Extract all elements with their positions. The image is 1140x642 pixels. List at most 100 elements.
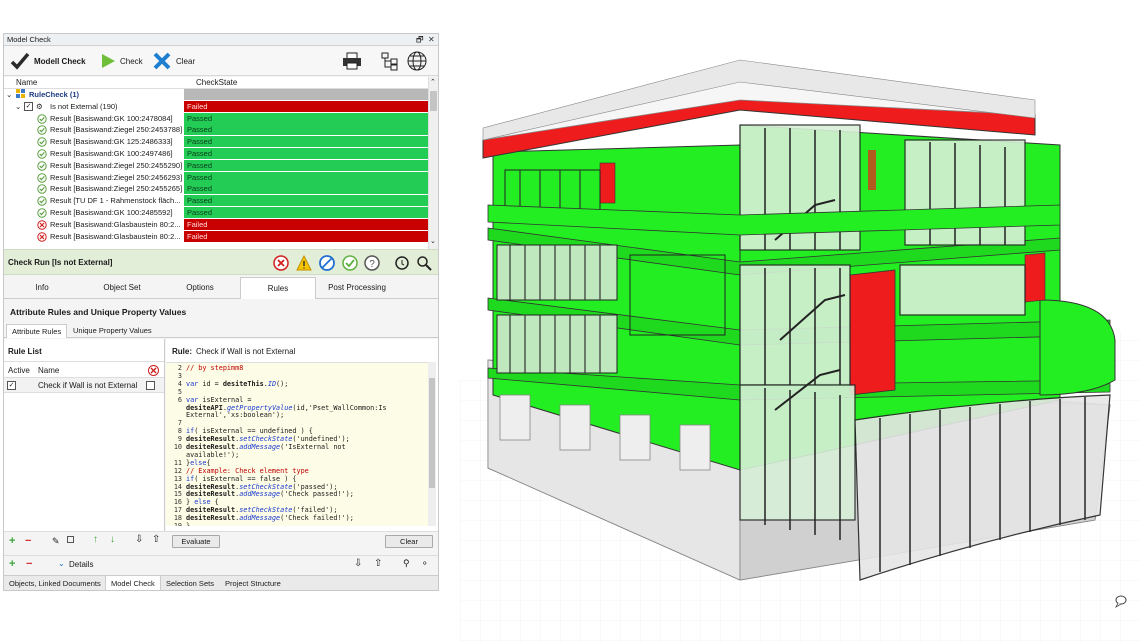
result-name: Result [Basiswand:GK 125:2486333] — [50, 137, 173, 147]
clear-code-button[interactable]: Clear — [385, 535, 433, 548]
evaluate-button[interactable]: Evaluate — [172, 535, 220, 548]
result-state: Passed — [184, 171, 428, 183]
tree-view-icon[interactable]: ⚲ — [403, 558, 410, 569]
result-name: Result [TU DF 1 - Rahmenstock fläch... — [50, 196, 181, 206]
scroll-up-icon[interactable]: ⌃ — [430, 78, 436, 86]
tree-root-label: RuleCheck (1) — [29, 90, 80, 99]
close-icon[interactable]: ✕ — [428, 34, 435, 46]
options-icon[interactable]: ⚬ — [421, 558, 429, 569]
subtab-unique-property-values[interactable]: Unique Property Values — [68, 324, 157, 338]
toolbar: Modell Check Check Clear — [4, 46, 438, 76]
table-row[interactable]: Result [Basiswand:Glasbaustein 80:2... Fa… — [4, 230, 428, 243]
check-button[interactable]: Check — [100, 51, 143, 71]
column-active[interactable]: Active — [8, 366, 30, 375]
code-editor[interactable]: 2// by stepimm8 3 4 var id = desiteThis.ID(… — [166, 362, 436, 526]
table-row[interactable]: Result [Basiswand:Ziegel 250:2455265] Pas… — [4, 183, 428, 195]
scroll-down-icon[interactable]: ⌄ — [430, 237, 436, 245]
tab-info[interactable]: Info — [4, 277, 80, 299]
group-checkbox[interactable]: ✓ — [24, 101, 33, 111]
check-run-bar: Check Run [Is not External] ? — [4, 249, 438, 275]
tab-objects-linked-documents[interactable]: Objects, Linked Documents — [4, 576, 106, 590]
result-state: Failed — [184, 230, 428, 242]
chevron-down-icon[interactable]: ⌄ — [15, 101, 21, 113]
rule-item[interactable]: ✓ Check if Wall is not External — [4, 377, 164, 393]
subtab-attribute-rules[interactable]: Attribute Rules — [6, 324, 68, 338]
column-checkstate[interactable]: CheckState — [196, 77, 237, 89]
globe-button[interactable] — [406, 51, 428, 71]
rule-active-checkbox[interactable]: ✓ — [7, 381, 16, 390]
table-row[interactable]: Result [Basiswand:GK 100:2478084] Passed — [4, 112, 428, 125]
chevron-down-icon[interactable]: ⌄ — [58, 559, 65, 568]
3d-viewport[interactable] — [440, 0, 1140, 642]
chevron-down-icon[interactable]: ⌄ — [6, 89, 12, 101]
result-state: Passed — [184, 112, 428, 124]
table-row[interactable]: Result [Basiswand:Glasbaustein 80:2... Fa… — [4, 218, 428, 231]
remove-icon[interactable]: − — [26, 558, 32, 570]
refresh-icon[interactable] — [394, 255, 410, 271]
tab-options[interactable]: Options — [162, 277, 238, 299]
rule-item-name: Check if Wall is not External — [38, 381, 138, 390]
add-icon[interactable]: + — [9, 535, 15, 547]
column-rule-name[interactable]: Name — [38, 366, 59, 375]
line-number: 10 — [173, 443, 182, 451]
rule-label: Rule: — [172, 347, 192, 356]
edit-icon[interactable]: ✎ — [52, 536, 60, 547]
tree-scrollbar[interactable]: ⌃ ⌄ — [428, 77, 438, 249]
code-line: 2// by stepimm8 — [166, 364, 424, 373]
code-text: // by stepimm8 — [186, 364, 244, 372]
table-row[interactable]: Result [Basiswand:GK 100:2497486] Passed — [4, 148, 428, 160]
result-name: Result [Basiswand:Ziegel 250:2453788] — [50, 125, 183, 135]
move-up-icon[interactable]: ↑ — [93, 534, 98, 545]
rule-option-checkbox[interactable] — [146, 381, 155, 390]
passed-filter-icon[interactable] — [342, 255, 358, 271]
play-icon — [102, 54, 115, 68]
tree-group-row[interactable]: ⌄ ✓ ⚙ Is not External (190) Failed — [4, 100, 428, 113]
move-down-icon[interactable]: ↓ — [110, 534, 115, 545]
export-icon[interactable]: ⇧ — [374, 558, 382, 569]
modell-check-button[interactable]: Modell Check — [10, 51, 86, 71]
tab-project-structure[interactable]: Project Structure — [220, 576, 286, 590]
tab-post-processing[interactable]: Post Processing — [318, 277, 396, 299]
printer-icon — [343, 52, 361, 70]
tree-root-row[interactable]: ⌄ RuleCheck (1) — [4, 89, 428, 101]
table-row[interactable]: Result [Basiswand:GK 125:2486333] Passed — [4, 136, 428, 148]
table-row[interactable]: Result [Basiswand:GK 100:2485592] Passed — [4, 207, 428, 219]
remove-icon[interactable]: − — [25, 535, 31, 547]
hierarchy-button[interactable] — [380, 51, 400, 71]
help-filter-icon[interactable]: ? — [364, 255, 380, 271]
code-line: External','xs:boolean'); — [166, 411, 424, 420]
tab-model-check[interactable]: Model Check — [105, 576, 161, 590]
column-name[interactable]: Name — [16, 77, 37, 89]
search-icon[interactable] — [416, 255, 432, 271]
add-icon[interactable]: + — [9, 558, 15, 570]
divider — [4, 361, 164, 362]
checkmark-icon — [10, 52, 30, 70]
tree-header: Name CheckState — [4, 77, 438, 89]
export-icon[interactable]: ⇧ — [152, 534, 160, 545]
copy-icon[interactable] — [67, 536, 74, 543]
table-row[interactable]: Result [Basiswand:Ziegel 250:2456293] Pas… — [4, 171, 428, 184]
print-button[interactable] — [342, 51, 362, 71]
remove-rule-icon[interactable] — [148, 365, 159, 376]
result-state: Passed — [184, 136, 428, 148]
table-row[interactable]: Result [Basiswand:Ziegel 250:2453788] Pas… — [4, 124, 428, 136]
tab-rules[interactable]: Rules — [240, 277, 316, 299]
import-icon[interactable]: ⇩ — [135, 534, 143, 545]
table-row[interactable]: Result [TU DF 1 - Rahmenstock fläch... Pa… — [4, 195, 428, 207]
table-row[interactable]: Result [Basiswand:Ziegel 250:2455290] Pas… — [4, 159, 428, 172]
rule-name: Check if Wall is not External — [196, 347, 296, 356]
details-toggle[interactable]: Details — [69, 560, 93, 569]
pin-icon[interactable]: 🗗 — [416, 34, 424, 46]
scroll-thumb[interactable] — [430, 91, 437, 111]
clear-button[interactable]: Clear — [152, 51, 195, 71]
import-icon[interactable]: ⇩ — [354, 558, 362, 569]
failed-filter-icon[interactable] — [273, 255, 289, 271]
tab-selection-sets[interactable]: Selection Sets — [161, 576, 219, 590]
blocked-filter-icon[interactable] — [319, 255, 335, 271]
warning-filter-icon[interactable] — [296, 255, 312, 271]
check-label: Check — [120, 56, 143, 66]
line-number: 6 — [177, 395, 182, 404]
code-scroll-thumb[interactable] — [429, 378, 435, 488]
tab-object-set[interactable]: Object Set — [84, 277, 160, 299]
code-scrollbar[interactable] — [428, 362, 436, 526]
